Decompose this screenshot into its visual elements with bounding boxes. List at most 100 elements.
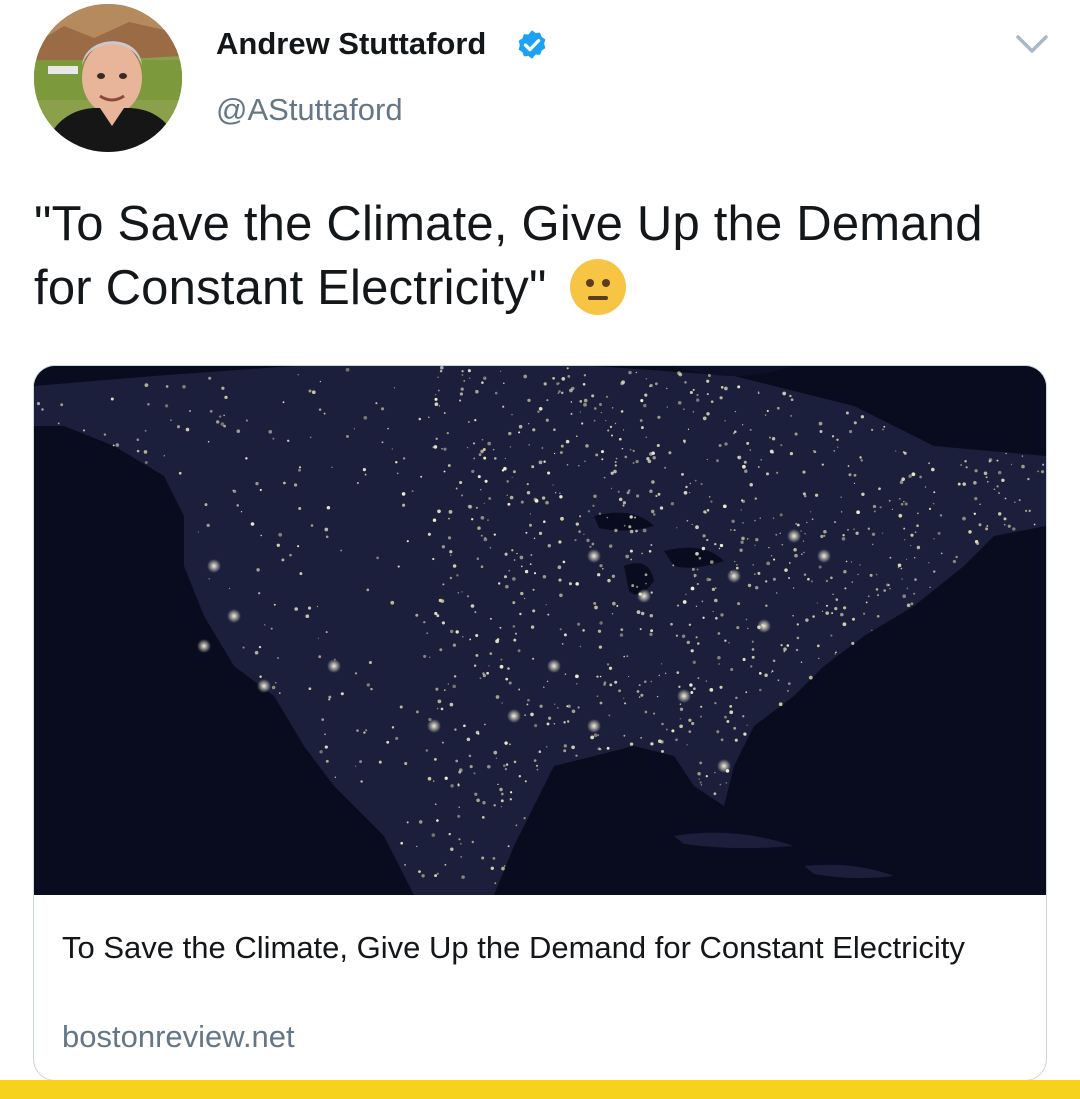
city-light [523,374,528,379]
city-light [804,494,807,498]
city-light [418,870,421,873]
chevron-down-icon[interactable] [1014,30,1050,58]
city-light [514,632,518,635]
author-name[interactable]: Andrew Stuttaford [216,26,486,62]
city-light [595,453,599,457]
city-light [719,543,724,548]
city-light [556,382,560,386]
city-light [651,480,655,484]
city-light [504,575,507,579]
city-light [642,528,647,533]
city-light [536,768,539,771]
city-light [749,449,752,451]
city-light [439,369,443,373]
city-light [596,695,599,697]
city-light [689,683,693,687]
city-light [559,492,561,494]
city-light [513,559,516,561]
city-light [535,764,539,767]
city-light [431,833,436,837]
city-light [272,437,275,440]
city-light [742,521,744,524]
city-light [509,743,511,746]
city-light [387,427,389,430]
city-light [547,544,551,548]
city-light [876,614,880,618]
city-light [1001,478,1005,483]
city-light [629,549,633,553]
city-light [700,715,702,718]
city-light [589,545,592,548]
avatar[interactable] [34,4,182,152]
city-light [443,447,447,451]
city-light [530,625,535,629]
city-light [480,515,485,520]
city-light [654,382,658,386]
city-light [505,763,509,766]
city-light [461,635,464,638]
city-light [690,586,695,591]
city-light [460,843,462,845]
city-light [910,545,912,547]
city-light [693,576,696,578]
city-light [543,460,546,463]
city-light [688,730,692,733]
city-light [483,456,487,460]
city-light [490,866,495,871]
city-light [644,573,648,577]
city-light [441,741,444,744]
city-light [860,415,865,419]
city-light [558,390,561,393]
city-light [870,428,874,432]
city-light [434,402,439,407]
city-light [996,459,999,462]
city-light [709,688,714,692]
city-light [553,452,556,455]
city-glow [427,719,441,733]
city-light [916,524,919,528]
city-light [786,644,790,647]
city-light [483,502,485,505]
city-light [427,776,432,781]
city-light [660,663,663,665]
city-light [745,691,748,694]
city-light [702,616,705,619]
city-light [579,400,583,403]
city-light [509,495,514,500]
city-light [714,542,717,546]
city-light [606,746,610,750]
city-light [741,424,744,426]
city-light [395,736,399,740]
city-light [659,506,664,510]
author-handle[interactable]: @AStuttaford [216,92,403,128]
city-light [493,750,498,755]
city-light [607,578,611,583]
city-light [760,459,762,461]
city-light [558,540,562,544]
city-light [475,633,479,638]
city-light [147,403,150,406]
city-light [657,415,661,419]
city-light [585,444,589,448]
city-light [221,386,225,390]
city-light [611,407,614,409]
city-light [477,475,481,479]
city-light [681,472,684,476]
city-light [758,672,762,675]
city-light [325,631,328,634]
city-light [776,406,780,410]
city-light [594,605,598,610]
city-light [450,847,454,852]
city-light [381,441,384,444]
city-light [500,806,503,808]
city-light [740,509,742,511]
city-glow [507,709,521,723]
night-lights-map-icon [34,366,1046,895]
link-card[interactable]: To Save the Climate, Give Up the Demand … [33,365,1047,1081]
city-light [626,655,629,657]
city-light [844,587,847,590]
city-light [685,593,687,596]
city-light [401,492,406,496]
city-light [277,657,279,659]
city-light [436,707,439,710]
